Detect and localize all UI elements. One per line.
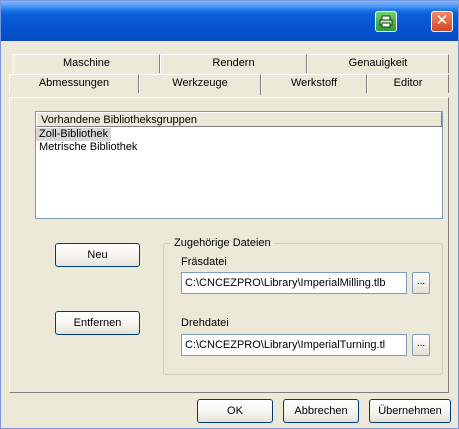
remove-button[interactable]: Entfernen bbox=[55, 311, 140, 335]
turning-file-field[interactable]: C:\CNCEZPRO\Library\ImperialTurning.tl bbox=[181, 334, 407, 356]
tab-maschine[interactable]: Maschine bbox=[13, 54, 160, 73]
turning-browse-button[interactable]: ... bbox=[412, 334, 430, 356]
milling-browse-button[interactable]: ... bbox=[412, 272, 430, 294]
tab-editor[interactable]: Editor bbox=[367, 74, 449, 93]
tab-abmessungen[interactable]: Abmessungen bbox=[9, 74, 139, 93]
cancel-button[interactable]: Abbrechen bbox=[283, 399, 359, 423]
turning-file-label: Drehdatei bbox=[181, 317, 229, 329]
milling-file-field[interactable]: C:\CNCEZPRO\Library\ImperialMilling.tlb bbox=[181, 272, 407, 294]
close-button[interactable]: ✕ bbox=[431, 11, 453, 32]
ok-button[interactable]: OK bbox=[197, 399, 273, 423]
associated-files-legend: Zugehörige Dateien bbox=[171, 236, 274, 250]
tab-werkstoff[interactable]: Werkstoff bbox=[261, 74, 367, 93]
list-item-zoll[interactable]: Zoll-Bibliothek bbox=[36, 128, 112, 141]
list-item-metrisch[interactable]: Metrische Bibliothek bbox=[36, 141, 442, 154]
options-dialog: ✕ Maschine Rendern Genauigkeit Abmessung… bbox=[0, 0, 459, 429]
tab-row-front: Abmessungen Werkzeuge Werkstoff Editor bbox=[9, 74, 449, 95]
new-button[interactable]: Neu bbox=[55, 243, 140, 267]
milling-file-label: Fräsdatei bbox=[181, 256, 227, 268]
tab-genauigkeit[interactable]: Genauigkeit bbox=[307, 54, 449, 73]
tab-werkzeuge[interactable]: Werkzeuge bbox=[139, 74, 261, 95]
printer-icon[interactable] bbox=[375, 11, 397, 32]
library-groups-list[interactable]: Vorhandene Bibliotheksgruppen Zoll-Bibli… bbox=[35, 111, 443, 219]
apply-button[interactable]: Übernehmen bbox=[369, 399, 451, 423]
tab-row-back: Maschine Rendern Genauigkeit bbox=[9, 54, 449, 73]
title-bar-sheen bbox=[1, 1, 458, 11]
tab-rendern[interactable]: Rendern bbox=[160, 54, 307, 73]
title-bar[interactable]: ✕ bbox=[1, 1, 458, 41]
library-groups-header[interactable]: Vorhandene Bibliotheksgruppen bbox=[36, 112, 442, 127]
